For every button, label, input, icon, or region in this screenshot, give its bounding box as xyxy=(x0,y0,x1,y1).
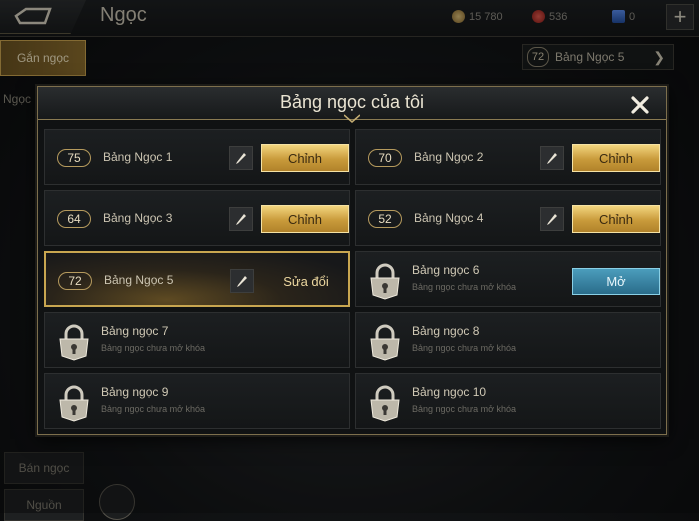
slot-name: Bảng ngọc 7 xyxy=(101,324,169,338)
locked-status: Bảng ngọc chưa mở khóa xyxy=(412,343,516,353)
gem-page-slot-4[interactable]: 52 Bảng Ngọc 4 Chỉnh xyxy=(355,190,661,246)
edit-button[interactable]: Chỉnh xyxy=(572,144,660,172)
pencil-icon xyxy=(547,214,557,225)
pencil-icon xyxy=(547,153,557,164)
ornament-icon xyxy=(344,114,360,123)
gem-page-slot-10: Bảng ngọc 10 Bảng ngọc chưa mở khóa xyxy=(355,373,661,429)
slot-name: Bảng Ngọc 3 xyxy=(103,211,173,225)
gem-page-slot-6[interactable]: Bảng ngọc 6 Bảng ngọc chưa mở khóa Mở xyxy=(355,251,661,307)
lock-icon xyxy=(370,263,400,300)
lock-icon xyxy=(59,324,89,361)
rename-button[interactable] xyxy=(230,269,254,293)
locked-status: Bảng ngọc chưa mở khóa xyxy=(101,404,205,414)
dialog-title: Bảng ngọc của tôi xyxy=(279,92,425,112)
slot-name: Bảng Ngọc 4 xyxy=(414,211,484,225)
level-badge: 72 xyxy=(58,272,92,290)
edit-button[interactable]: Chỉnh xyxy=(261,205,349,233)
lock-icon xyxy=(370,385,400,422)
modify-button[interactable]: Sửa đổi xyxy=(262,267,350,295)
edit-button[interactable]: Chỉnh xyxy=(261,144,349,172)
gem-page-slot-1[interactable]: 75 Bảng Ngọc 1 Chỉnh xyxy=(44,129,350,185)
locked-status: Bảng ngọc chưa mở khóa xyxy=(412,282,516,292)
slot-name: Bảng Ngọc 1 xyxy=(103,150,173,164)
edit-button[interactable]: Chỉnh xyxy=(572,205,660,233)
slot-name: Bảng ngọc 9 xyxy=(101,385,169,399)
level-badge: 75 xyxy=(57,149,91,167)
close-icon xyxy=(631,96,649,114)
level-badge: 64 xyxy=(57,210,91,228)
unlock-button[interactable]: Mở xyxy=(572,268,660,295)
pencil-icon xyxy=(237,276,247,287)
gem-page-slot-7: Bảng ngọc 7 Bảng ngọc chưa mở khóa xyxy=(44,312,350,368)
pencil-icon xyxy=(236,214,246,225)
pencil-icon xyxy=(236,153,246,164)
slot-name: Bảng ngọc 8 xyxy=(412,324,480,338)
gem-page-slot-9: Bảng ngọc 9 Bảng ngọc chưa mở khóa xyxy=(44,373,350,429)
gem-page-slot-5[interactable]: 72 Bảng Ngọc 5 Sửa đổi xyxy=(44,251,350,307)
gem-page-slot-2[interactable]: 70 Bảng Ngọc 2 Chỉnh xyxy=(355,129,661,185)
rename-button[interactable] xyxy=(229,207,253,231)
lock-icon xyxy=(59,385,89,422)
dialog-header: Bảng ngọc của tôi xyxy=(38,87,666,123)
slot-name: Bảng Ngọc 2 xyxy=(414,150,484,164)
rename-button[interactable] xyxy=(540,146,564,170)
slot-name: Bảng Ngọc 5 xyxy=(104,273,174,287)
close-button[interactable] xyxy=(620,90,660,120)
lock-icon xyxy=(370,324,400,361)
gem-page-slot-8: Bảng ngọc 8 Bảng ngọc chưa mở khóa xyxy=(355,312,661,368)
rename-button[interactable] xyxy=(229,146,253,170)
slot-name: Bảng ngọc 10 xyxy=(412,385,487,399)
gem-pages-dialog: Bảng ngọc của tôi 75 Bảng Ngọc 1 Chỉnh 7… xyxy=(37,86,667,435)
level-badge: 70 xyxy=(368,149,402,167)
gem-page-slot-3[interactable]: 64 Bảng Ngọc 3 Chỉnh xyxy=(44,190,350,246)
slot-name: Bảng ngọc 6 xyxy=(412,263,480,277)
level-badge: 52 xyxy=(368,210,402,228)
rename-button[interactable] xyxy=(540,207,564,231)
locked-status: Bảng ngọc chưa mở khóa xyxy=(412,404,516,414)
locked-status: Bảng ngọc chưa mở khóa xyxy=(101,343,205,353)
